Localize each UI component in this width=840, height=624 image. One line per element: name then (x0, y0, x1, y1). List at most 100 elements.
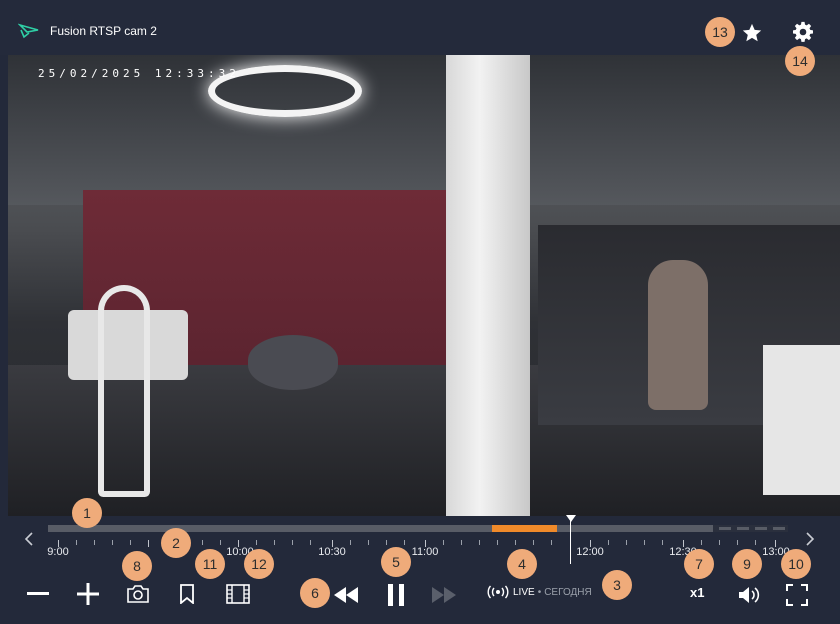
pause-button[interactable] (383, 582, 409, 608)
fast-forward-button[interactable] (431, 585, 457, 605)
timeline-tick (461, 540, 462, 545)
timeline-tick (479, 540, 480, 545)
timeline-dash (773, 527, 785, 530)
video-feed[interactable]: 25/02/2025 12:33:32 (8, 55, 840, 516)
film-icon (226, 584, 250, 604)
playhead-line (570, 520, 571, 564)
fullscreen-icon (786, 584, 808, 606)
camera-icon (127, 585, 149, 603)
timeline-prev-button[interactable] (22, 530, 36, 548)
annotation-badge: 8 (122, 551, 152, 581)
timeline-tick (662, 540, 663, 545)
timeline-dash (737, 527, 749, 530)
video-coat (648, 260, 708, 410)
timeline-tick (404, 540, 405, 545)
timeline-playhead[interactable] (566, 515, 576, 565)
timeline-tick (94, 540, 95, 545)
annotation-badge: 4 (507, 549, 537, 579)
date-label: СЕГОДНЯ (544, 586, 592, 598)
timeline-tick (497, 540, 498, 545)
logo-icon (18, 23, 39, 39)
timeline-tick (719, 540, 720, 545)
timeline-tick (533, 540, 534, 545)
timeline-tick (515, 540, 516, 545)
zoom-out-button[interactable] (26, 583, 50, 605)
settings-button[interactable] (790, 19, 816, 45)
clip-export-button[interactable] (225, 583, 251, 605)
camera-title: Fusion RTSP cam 2 (50, 24, 157, 38)
timeline-tick (112, 540, 113, 545)
gear-icon (793, 21, 813, 42)
snapshot-button[interactable] (125, 583, 151, 605)
star-icon (742, 23, 762, 42)
broadcast-icon (487, 585, 509, 599)
playhead-marker (566, 515, 576, 522)
timeline-tick (202, 540, 203, 545)
timeline-event-segment[interactable] (492, 525, 557, 532)
timeline-tick-label: 10:30 (318, 546, 346, 558)
timeline-tick-label: 9:00 (47, 546, 69, 558)
timeline-tick (148, 540, 149, 547)
rewind-button[interactable] (333, 585, 359, 605)
timeline-bar[interactable] (48, 525, 788, 532)
timeline-tick (626, 540, 627, 545)
pause-icon (388, 584, 404, 606)
rewind-icon (334, 587, 358, 603)
timeline-tick (256, 540, 257, 545)
timeline-tick (130, 540, 131, 545)
annotation-badge: 10 (781, 549, 811, 579)
minus-icon (27, 592, 49, 595)
annotation-badge: 13 (705, 17, 735, 47)
live-indicator[interactable]: LIVE • СЕГОДНЯ (486, 584, 592, 600)
timeline-tick (608, 540, 609, 545)
volume-icon (739, 587, 760, 603)
annotation-badge: 6 (300, 578, 330, 608)
annotation-badge: 11 (195, 549, 225, 579)
bookmark-icon (180, 584, 194, 604)
fast-forward-icon (432, 587, 456, 603)
timeline-tick (220, 540, 221, 545)
timeline-tick (310, 540, 311, 545)
annotation-badge: 1 (72, 498, 102, 528)
favorite-button[interactable] (739, 20, 765, 46)
chevron-left-icon (24, 532, 33, 546)
timeline-tick-label: 12:00 (576, 546, 604, 558)
annotation-badge: 12 (244, 549, 274, 579)
timeline-future-segment (713, 525, 788, 532)
timeline-tick (386, 540, 387, 545)
timeline-tick (274, 540, 275, 545)
annotation-badge: 14 (785, 46, 815, 76)
timeline-tick (292, 540, 293, 545)
annotation-badge: 3 (602, 570, 632, 600)
video-chair (98, 285, 150, 497)
annotation-badge: 9 (732, 549, 762, 579)
timeline-tick (350, 540, 351, 545)
timeline-tick (76, 540, 77, 545)
live-label: LIVE (513, 586, 535, 598)
zoom-in-button[interactable] (76, 583, 100, 605)
playback-speed[interactable]: x1 (690, 585, 704, 600)
timeline-tick-label: 11:00 (411, 546, 439, 558)
timeline-tick (701, 540, 702, 545)
timeline-tick (755, 540, 756, 545)
volume-button[interactable] (736, 584, 762, 606)
chevron-right-icon (806, 532, 815, 546)
timeline-tick (551, 540, 552, 545)
video-pouf (248, 335, 338, 390)
timeline-tick (644, 540, 645, 545)
bookmark-button[interactable] (176, 583, 198, 605)
plus-icon (77, 583, 99, 605)
annotation-badge: 7 (684, 549, 714, 579)
video-column (446, 55, 530, 516)
annotation-badge: 2 (161, 528, 191, 558)
timeline-dash (719, 527, 731, 530)
timeline-tick (443, 540, 444, 545)
timeline-tick (737, 540, 738, 545)
timeline-next-button[interactable] (803, 530, 817, 548)
timeline-dash (755, 527, 767, 530)
live-separator: • (537, 586, 542, 598)
fullscreen-button[interactable] (785, 583, 809, 607)
annotation-badge: 5 (381, 547, 411, 577)
video-cabinet (763, 345, 840, 495)
timeline-tick (368, 540, 369, 545)
